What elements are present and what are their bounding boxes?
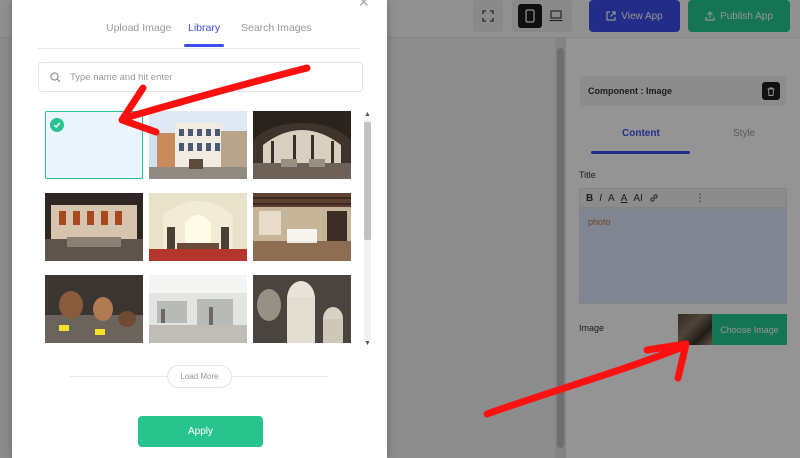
library-image-exhibit-cases[interactable] bbox=[149, 275, 247, 343]
apply-button[interactable]: Apply bbox=[138, 416, 263, 447]
scroll-down-icon[interactable]: ▼ bbox=[363, 340, 372, 348]
search-icon bbox=[50, 72, 61, 83]
load-more-button[interactable]: Load More bbox=[167, 365, 232, 388]
modal-close-icon[interactable]: ✕ bbox=[358, 0, 370, 11]
tab-library[interactable]: Library bbox=[188, 22, 220, 34]
divider-right bbox=[232, 376, 329, 377]
divider-left bbox=[70, 376, 167, 377]
tabs-divider bbox=[38, 48, 361, 49]
library-image-pottery[interactable] bbox=[45, 275, 143, 343]
corridor-image bbox=[149, 193, 247, 261]
image-library-grid bbox=[45, 111, 351, 344]
tab-search-images[interactable]: Search Images bbox=[241, 22, 312, 34]
search-box bbox=[38, 62, 363, 92]
selected-check-icon bbox=[50, 118, 64, 132]
scroll-thumb[interactable] bbox=[364, 122, 371, 240]
arched-hall-image bbox=[253, 111, 351, 179]
beamed-hall-image bbox=[253, 193, 351, 261]
search-input[interactable] bbox=[70, 63, 350, 91]
library-image-sarcophagi[interactable] bbox=[253, 275, 351, 343]
grid-scrollbar[interactable]: ▲ ▼ bbox=[363, 111, 372, 349]
library-image-gallery[interactable] bbox=[45, 193, 143, 261]
scroll-up-icon[interactable]: ▲ bbox=[363, 111, 372, 119]
exhibit-cases-image bbox=[149, 275, 247, 343]
active-tab-indicator bbox=[184, 44, 224, 47]
pottery-image bbox=[45, 275, 143, 343]
building-image bbox=[149, 111, 247, 179]
library-image-selected[interactable] bbox=[45, 111, 143, 179]
gallery-image bbox=[45, 193, 143, 261]
tab-upload-image[interactable]: Upload Image bbox=[106, 22, 171, 34]
sarcophagi-image bbox=[253, 275, 351, 343]
library-image-arched-hall[interactable] bbox=[253, 111, 351, 179]
library-image-beamed-hall[interactable] bbox=[253, 193, 351, 261]
library-image-building[interactable] bbox=[149, 111, 247, 179]
image-picker-modal: ✕ Upload Image Library Search Images Typ… bbox=[12, 0, 387, 458]
library-image-corridor[interactable] bbox=[149, 193, 247, 261]
